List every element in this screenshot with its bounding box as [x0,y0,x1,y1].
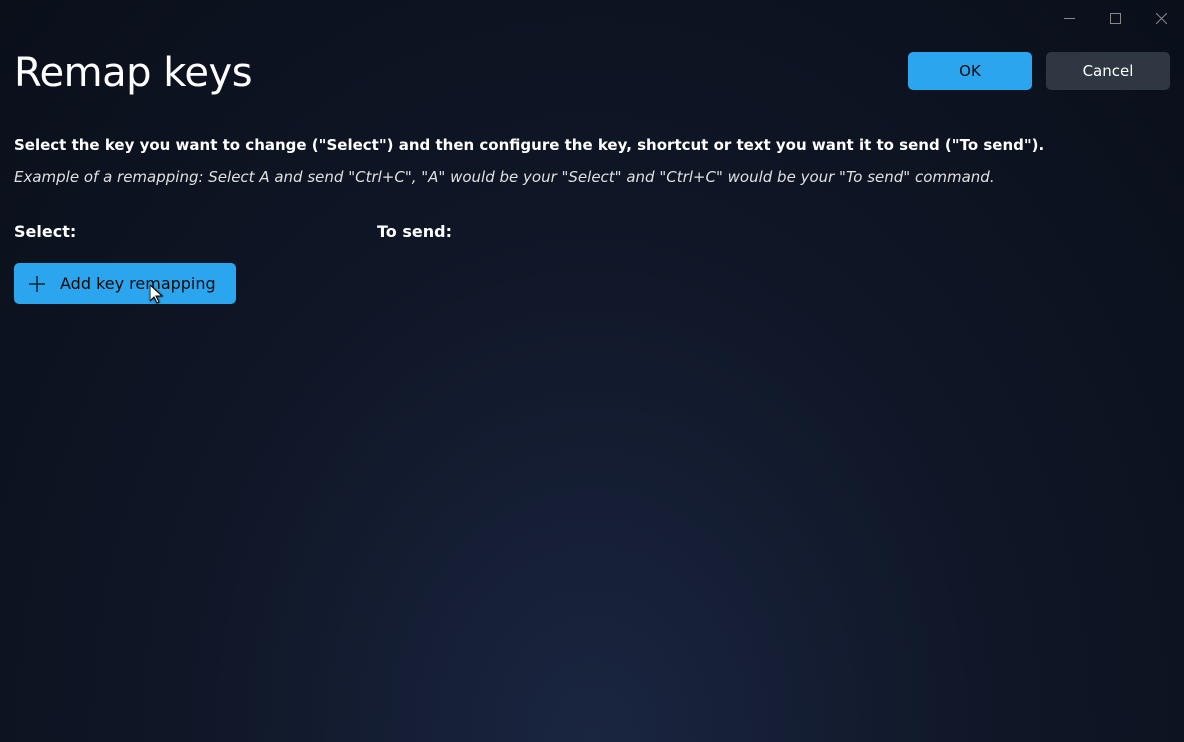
cancel-button[interactable]: Cancel [1046,52,1170,90]
minimize-button[interactable] [1046,0,1092,36]
to-send-label: To send: [377,222,452,241]
content-area: Remap keys OK Cancel Select the key you … [0,36,1184,318]
titlebar [0,0,1184,36]
close-icon [1156,9,1167,28]
page-title: Remap keys [14,50,252,96]
plus-icon [28,275,46,293]
column-headers: Select: To send: [14,222,1170,241]
example-text: Example of a remapping: Select A and sen… [14,168,1170,186]
add-button-label: Add key remapping [60,274,216,293]
instruction-text: Select the key you want to change ("Sele… [14,136,1170,154]
action-buttons: OK Cancel [908,52,1170,90]
minimize-icon [1064,9,1075,28]
to-send-column: To send: [377,222,1170,241]
maximize-button[interactable] [1092,0,1138,36]
select-column: Select: [14,222,377,241]
header-row: Remap keys OK Cancel [14,50,1170,96]
ok-button[interactable]: OK [908,52,1032,90]
select-label: Select: [14,222,76,241]
maximize-icon [1110,9,1121,28]
add-key-remapping-button[interactable]: Add key remapping [14,263,236,304]
close-button[interactable] [1138,0,1184,36]
